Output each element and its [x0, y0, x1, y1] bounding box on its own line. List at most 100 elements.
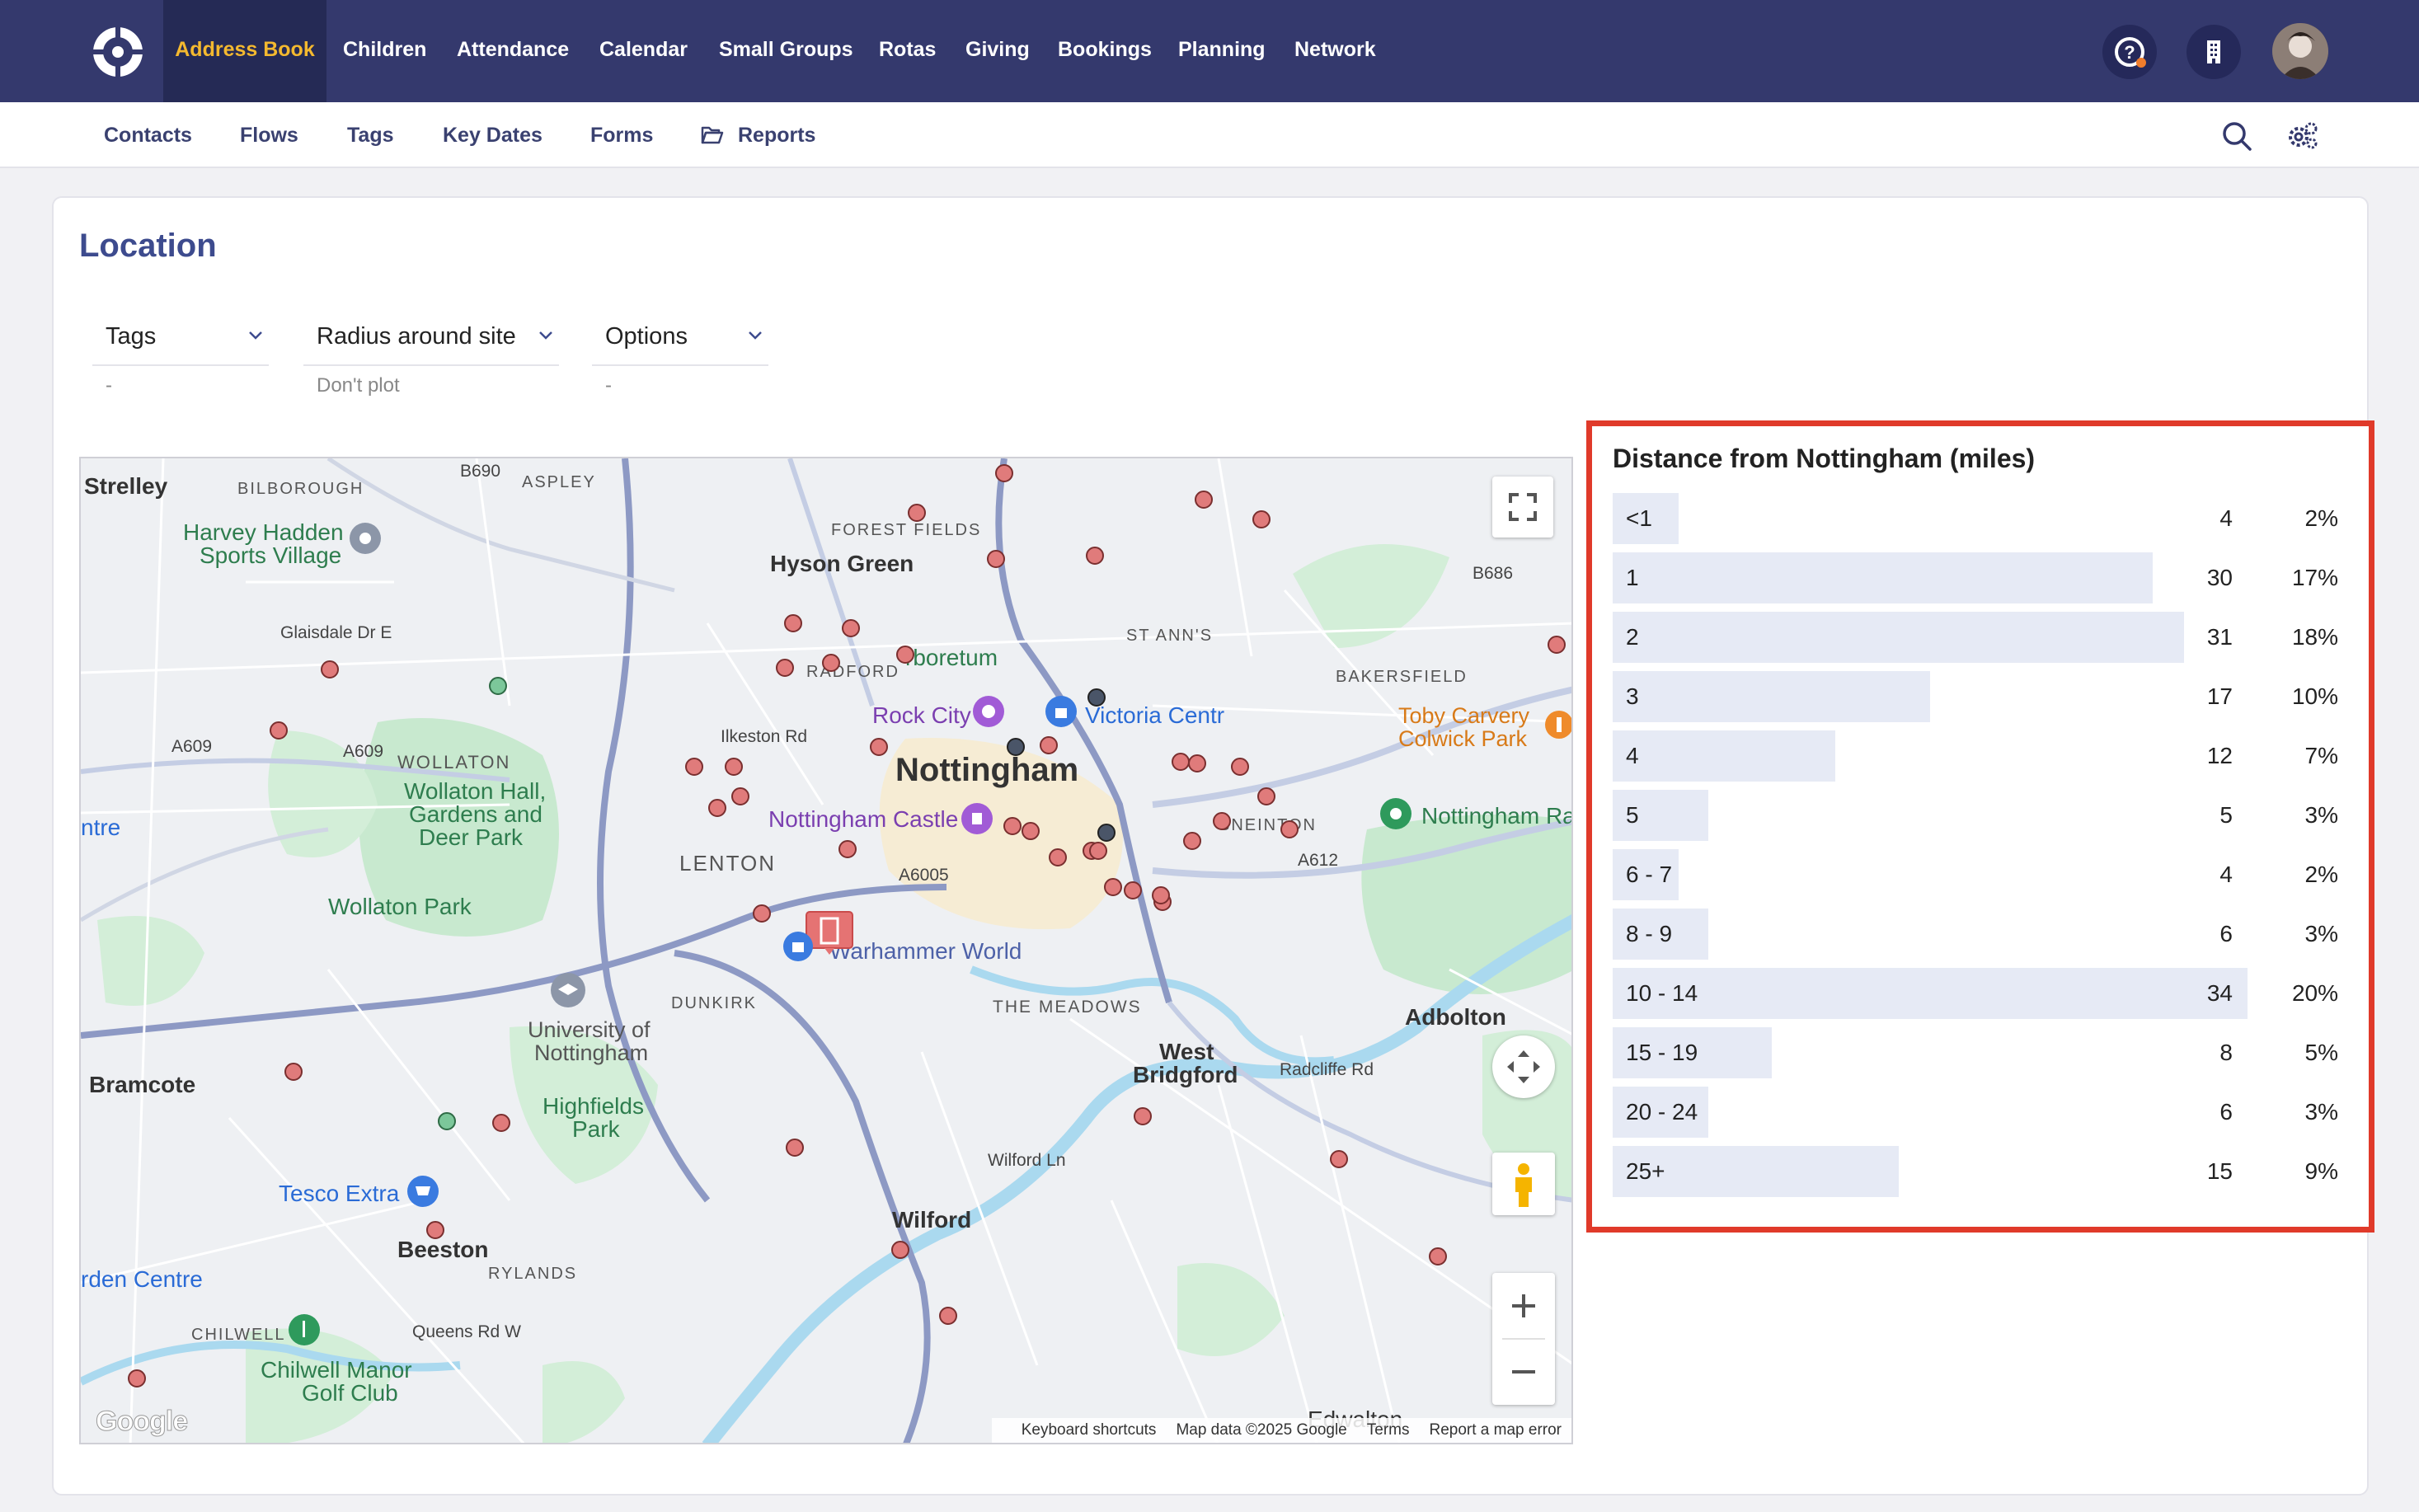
poi-sports-icon[interactable]	[348, 521, 383, 556]
user-photo	[2272, 23, 2328, 79]
location-map[interactable]: Strelley BILBOROUGH ASPLEY B690 Harvey H…	[79, 457, 1573, 1444]
map-label-ntre: ntre	[81, 815, 121, 840]
report-map-error-link[interactable]: Report a map error	[1429, 1421, 1562, 1439]
subnav-reports[interactable]: Reports	[738, 102, 815, 168]
poi-racecourse-icon[interactable]	[1379, 796, 1413, 831]
distance-row-count: 34	[2206, 980, 2233, 1006]
nav-attendance[interactable]: Attendance	[457, 0, 569, 102]
zoom-out-button[interactable]	[1492, 1339, 1555, 1405]
distance-row-count: 6	[2219, 1099, 2233, 1125]
nav-calendar[interactable]: Calendar	[599, 0, 688, 102]
nav-giving[interactable]: Giving	[965, 0, 1030, 102]
nav-planning[interactable]: Planning	[1178, 0, 1266, 102]
map-label-nottingham-racecourse: Nottingham Ra	[1421, 803, 1573, 829]
distance-row: 6 - 7 4 2%	[1613, 849, 2338, 900]
distance-row: 20 - 24 6 3%	[1613, 1087, 2338, 1138]
radius-filter-dropdown[interactable]: Radius around site	[303, 313, 559, 366]
nav-network[interactable]: Network	[1294, 0, 1376, 102]
map-label-radcliffe-rd: Radcliffe Rd	[1280, 1060, 1374, 1079]
tags-filter-value: -	[106, 374, 112, 397]
map-label-wollaton: WOLLATON	[397, 752, 511, 772]
church-logo-icon[interactable]	[91, 25, 145, 79]
subnav-tags[interactable]: Tags	[347, 102, 394, 168]
distance-row-percent: 20%	[2291, 980, 2338, 1006]
fullscreen-button[interactable]	[1492, 477, 1553, 538]
map-label-b690: B690	[460, 462, 501, 481]
building-icon	[2207, 40, 2220, 63]
distance-bar	[1613, 671, 1930, 722]
distance-row-label: 2	[1626, 624, 1639, 650]
map-label-ilkeston-rd: Ilkeston Rd	[721, 727, 808, 746]
svg-text:?: ?	[2124, 42, 2135, 63]
distance-row: 4 12 7%	[1613, 730, 2338, 782]
distance-row-label: 5	[1626, 802, 1639, 828]
nav-small-groups[interactable]: Small Groups	[719, 0, 853, 102]
poi-supermarket-icon[interactable]	[406, 1174, 440, 1209]
distance-row-count: 8	[2219, 1040, 2233, 1065]
poi-castle-icon[interactable]	[960, 801, 994, 836]
map-label-toby-carvery: Toby Carvery	[1398, 703, 1530, 728]
distance-row-count: 6	[2219, 921, 2233, 946]
radius-filter-value: Don't plot	[317, 374, 400, 397]
top-navigation: Address Book Children Attendance Calenda…	[0, 0, 2419, 102]
map-label-forest-fields: FOREST FIELDS	[831, 521, 982, 539]
map-label-nottingham: Nottingham	[895, 752, 1079, 788]
street-view-button[interactable]	[1492, 1153, 1555, 1215]
poi-shopping-icon[interactable]	[1044, 694, 1078, 729]
folder-open-icon	[701, 126, 724, 144]
map-label-rock-city: Rock City	[872, 702, 971, 728]
distance-row: 2 31 18%	[1613, 612, 2338, 663]
map-label-wilford: Wilford	[892, 1207, 972, 1233]
map-label-lenton: LENTON	[679, 851, 776, 876]
map-label-nottingham-castle: Nottingham Castle	[768, 806, 959, 832]
subnav-contacts[interactable]: Contacts	[104, 102, 192, 168]
subnav-forms[interactable]: Forms	[590, 102, 653, 168]
map-label-bilborough: BILBOROUGH	[237, 480, 364, 498]
poi-golf-icon[interactable]	[287, 1312, 322, 1347]
camera-control-button[interactable]	[1492, 1035, 1555, 1098]
map-label-a609: A609	[343, 742, 384, 761]
nav-rotas[interactable]: Rotas	[879, 0, 936, 102]
map-data-text: Map data ©2025 Google	[1176, 1421, 1347, 1439]
poi-university-icon[interactable]	[549, 971, 587, 1009]
nav-address-book[interactable]: Address Book	[163, 0, 326, 102]
subnav-flows[interactable]: Flows	[240, 102, 298, 168]
organisation-button[interactable]	[2186, 25, 2241, 79]
zoom-in-button[interactable]	[1492, 1273, 1555, 1339]
distance-row: 10 - 14 34 20%	[1613, 968, 2338, 1019]
distance-row-label: 15 - 19	[1626, 1040, 1698, 1065]
distance-row-percent: 9%	[2304, 1158, 2338, 1184]
poi-warhammer-icon[interactable]	[782, 930, 815, 963]
distance-bar	[1613, 730, 1835, 782]
tags-filter-dropdown[interactable]: Tags	[92, 313, 269, 366]
nav-children[interactable]: Children	[343, 0, 426, 102]
chevron-down-icon	[749, 331, 762, 340]
distance-row-percent: 2%	[2304, 505, 2338, 531]
sub-navigation: Contacts Flows Tags Key Dates Forms Repo…	[0, 102, 2419, 168]
map-label-a6005: A6005	[899, 866, 949, 885]
poi-theatre-icon[interactable]	[971, 694, 1006, 729]
map-label-bridgford: Bridgford	[1133, 1062, 1238, 1087]
avatar[interactable]	[2272, 23, 2328, 79]
map-label-university-of: University of	[528, 1017, 651, 1042]
subnav-key-dates[interactable]: Key Dates	[443, 102, 543, 168]
options-filter-dropdown[interactable]: Options	[592, 313, 768, 366]
distance-row-percent: 17%	[2291, 565, 2338, 590]
nav-bookings[interactable]: Bookings	[1058, 0, 1152, 102]
distance-row-label: 1	[1626, 565, 1639, 590]
distance-row-percent: 7%	[2304, 743, 2338, 768]
distance-row: 25+ 15 9%	[1613, 1146, 2338, 1197]
map-label-the-meadows: THE MEADOWS	[993, 998, 1142, 1017]
page-title: Location	[79, 228, 217, 264]
map-label-radford: RADFORD	[806, 663, 899, 681]
distance-row-percent: 3%	[2304, 1099, 2338, 1125]
help-button[interactable]: ?	[2102, 25, 2157, 79]
settings-icon[interactable]	[2285, 119, 2320, 153]
poi-restaurant-icon[interactable]	[1543, 709, 1573, 740]
search-icon[interactable]	[2219, 119, 2254, 153]
terms-link[interactable]: Terms	[1367, 1421, 1410, 1439]
distance-row-count: 5	[2219, 802, 2233, 828]
map-label-rylands: RYLANDS	[488, 1265, 578, 1283]
distance-row-label: <1	[1626, 505, 1652, 531]
keyboard-shortcuts-link[interactable]: Keyboard shortcuts	[1022, 1421, 1157, 1439]
